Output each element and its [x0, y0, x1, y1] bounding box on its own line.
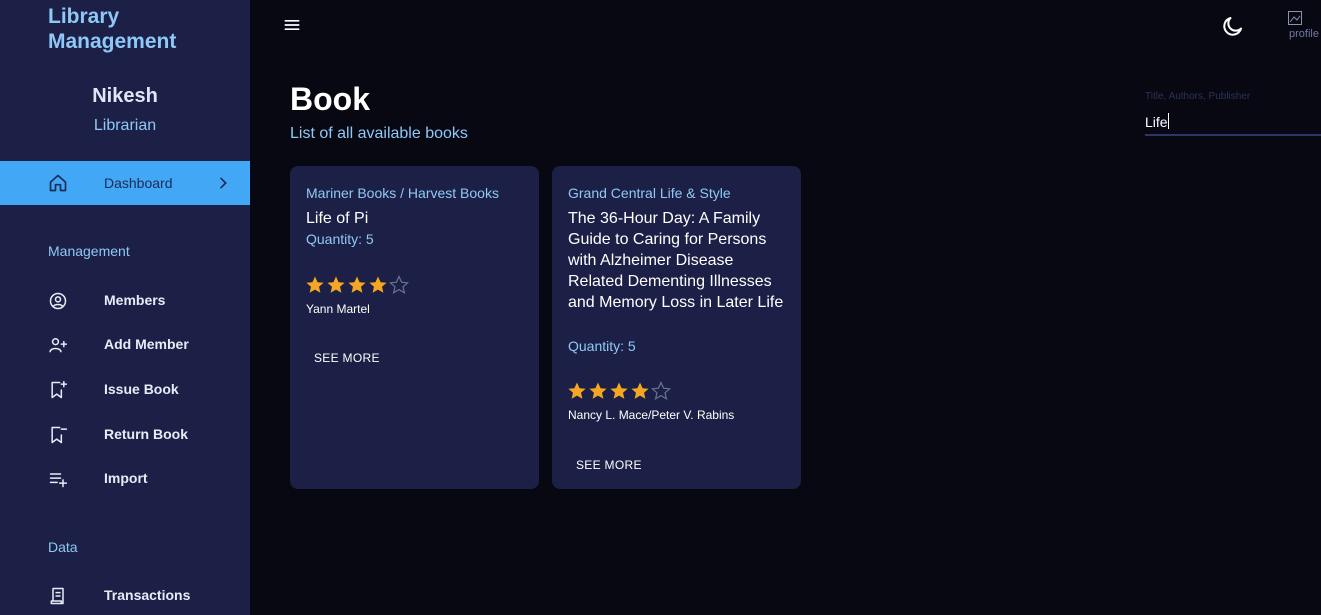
star-empty-icon: [389, 275, 409, 295]
text-caret: [1168, 113, 1169, 129]
theme-toggle-button[interactable]: [1221, 14, 1245, 38]
user-circle-icon: [48, 291, 68, 311]
app-title: Library Management: [48, 5, 177, 53]
book-title: The 36-Hour Day: A Family Guide to Carin…: [568, 210, 784, 311]
sidebar-item-import[interactable]: Import: [0, 460, 250, 496]
home-icon: [48, 173, 68, 193]
broken-image-icon: [1287, 10, 1303, 26]
book-title: Life of Pi: [306, 210, 369, 227]
playlist-add-icon: [48, 469, 68, 489]
book-card: Grand Central Life & Style The 36-Hour D…: [552, 166, 801, 489]
sidebar-item-label: Dashboard: [104, 175, 173, 191]
page-subtitle: List of all available books: [290, 125, 468, 142]
moon-icon: [1221, 14, 1245, 38]
bookmark-minus-icon: [48, 425, 68, 445]
sidebar-item-label: Members: [104, 292, 166, 308]
star-filled-icon: [368, 275, 388, 295]
book-authors: Nancy L. Mace/Peter V. Rabins: [568, 408, 735, 422]
sidebar-item-label: Return Book: [104, 426, 188, 442]
bookmark-plus-icon: [48, 380, 68, 400]
rating-stars: [305, 275, 409, 295]
book-quantity: Quantity: 5: [568, 338, 636, 354]
sidebar-item-dashboard[interactable]: Dashboard: [0, 161, 250, 205]
star-filled-icon: [609, 381, 629, 401]
menu-icon: [282, 15, 302, 35]
menu-button[interactable]: [282, 15, 302, 35]
sidebar: Library Management Nikesh Librarian Dash…: [0, 0, 250, 615]
sidebar-item-label: Issue Book: [104, 381, 179, 397]
receipt-icon: [48, 586, 68, 606]
section-heading-management: Management: [48, 243, 130, 259]
rating-stars: [567, 381, 671, 401]
star-filled-icon: [630, 381, 650, 401]
search-input[interactable]: [1145, 110, 1321, 136]
sidebar-item-issue-book[interactable]: Issue Book: [0, 371, 250, 407]
star-filled-icon: [347, 275, 367, 295]
search-placeholder: Title, Authors, Publisher: [1145, 91, 1251, 102]
sidebar-item-label: Add Member: [104, 336, 189, 352]
see-more-button[interactable]: SEE MORE: [306, 347, 388, 369]
book-publisher: Grand Central Life & Style: [568, 185, 731, 201]
star-empty-icon: [651, 381, 671, 401]
book-quantity: Quantity: 5: [306, 231, 374, 247]
book-publisher: Mariner Books / Harvest Books: [306, 185, 499, 201]
user-role: Librarian: [93, 117, 157, 134]
star-filled-icon: [305, 275, 325, 295]
sidebar-item-label: Transactions: [104, 587, 191, 603]
book-card: Mariner Books / Harvest Books Life of Pi…: [290, 166, 539, 489]
sidebar-item-members[interactable]: Members: [0, 282, 250, 318]
section-heading-data: Data: [48, 539, 78, 555]
avatar-alt-text: profile: [1289, 28, 1319, 40]
page-title: Book: [290, 81, 370, 117]
sidebar-item-label: Import: [104, 470, 148, 486]
book-authors: Yann Martel: [306, 302, 370, 316]
see-more-button[interactable]: SEE MORE: [568, 454, 650, 476]
user-name: Nikesh: [92, 85, 158, 107]
sidebar-item-transactions[interactable]: Transactions: [0, 577, 250, 613]
chevron-right-icon: [215, 175, 231, 191]
user-plus-icon: [48, 335, 68, 355]
star-filled-icon: [567, 381, 587, 401]
avatar[interactable]: profile: [1285, 10, 1321, 42]
star-filled-icon: [326, 275, 346, 295]
star-filled-icon: [588, 381, 608, 401]
sidebar-item-add-member[interactable]: Add Member: [0, 326, 250, 362]
sidebar-item-return-book[interactable]: Return Book: [0, 416, 250, 452]
